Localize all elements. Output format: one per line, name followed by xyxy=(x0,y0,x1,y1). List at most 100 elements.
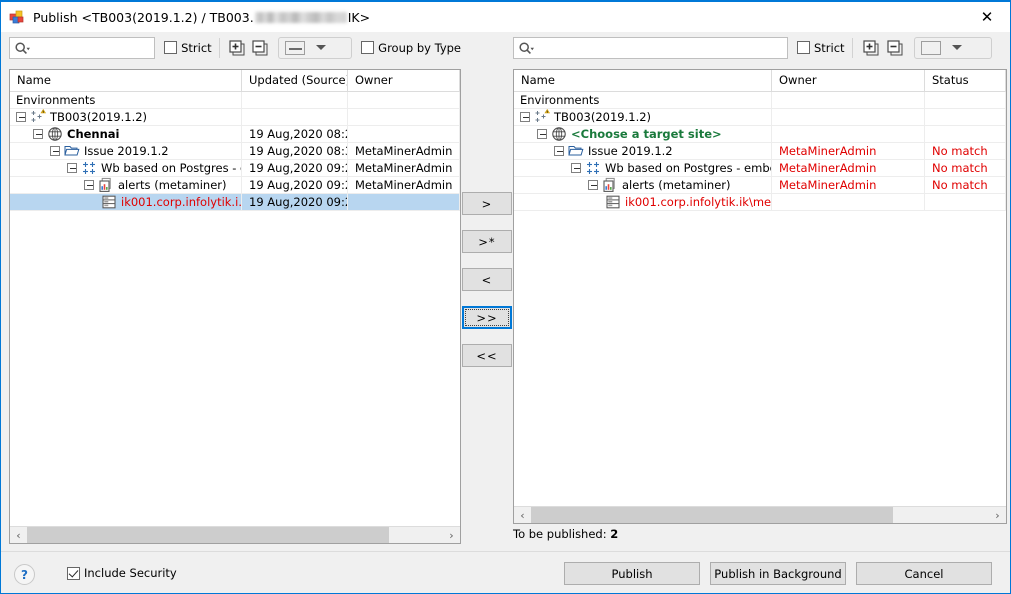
right-strict-box xyxy=(797,41,810,54)
tree-row-updated-cell xyxy=(242,91,348,109)
tree-row[interactable]: <Choose a target site> xyxy=(514,125,1006,143)
target-col-status[interactable]: Status xyxy=(925,70,1006,92)
tree-row-name-cell: alerts (metaminer) xyxy=(10,176,242,194)
left-toolbar: Strict Group by Type xyxy=(9,33,461,62)
collapse-node-icon[interactable] xyxy=(67,163,77,173)
gear-icon xyxy=(585,160,601,176)
right-strict-label: Strict xyxy=(814,40,845,55)
tree-node: Environments xyxy=(516,92,599,108)
collapse-node-icon[interactable] xyxy=(50,146,60,156)
tree-node: ik001.corp.infolytik.i… xyxy=(12,194,241,210)
collapse-node-icon[interactable] xyxy=(33,129,43,139)
tree-row-status-cell xyxy=(925,91,1006,109)
tree-row-updated-cell: 19 Aug,2020 08:28 xyxy=(242,125,348,143)
target-col-owner[interactable]: Owner xyxy=(772,70,925,92)
tree-row-owner-cell xyxy=(772,108,925,126)
tree-row[interactable]: ik001.corp.infolytik.ik\met… xyxy=(514,193,1006,211)
left-search-input[interactable] xyxy=(14,38,155,57)
transfer-button-ll[interactable]: << xyxy=(462,344,512,367)
group-by-type-checkbox[interactable]: Group by Type xyxy=(361,41,461,55)
source-scroll-thumb[interactable] xyxy=(27,527,389,543)
tree-row[interactable]: alerts (metaminer) 19 Aug,2020 09:21MetaM… xyxy=(10,176,460,194)
collapse-all-icon[interactable] xyxy=(249,37,270,59)
page-title: Publish <TB003(2019.1.2) / TB003. IK> xyxy=(33,10,370,25)
cancel-button[interactable]: Cancel xyxy=(856,562,992,585)
transfer-button-rr[interactable]: >> xyxy=(462,306,512,329)
transfer-button-r[interactable]: > xyxy=(462,192,512,215)
collapse-all-icon[interactable] xyxy=(884,37,906,59)
tree-row[interactable]: Wb based on Postgres - e…19 Aug,2020 09:… xyxy=(10,159,460,177)
publish-button[interactable]: Publish xyxy=(564,562,700,585)
publish-in-background-button[interactable]: Publish in Background xyxy=(710,562,846,585)
tree-node-label: TB003(2019.1.2) xyxy=(50,110,148,124)
tree-row[interactable]: alerts (metaminer) MetaMinerAdmin No match xyxy=(514,176,1006,194)
tree-row[interactable]: TB003(2019.1.2) xyxy=(10,108,460,126)
scroll-left-icon[interactable]: ‹ xyxy=(514,507,531,523)
right-strict-checkbox[interactable]: Strict xyxy=(797,41,845,55)
tree-row[interactable]: Wb based on Postgres - embeddedMetaMiner… xyxy=(514,159,1006,177)
help-button[interactable]: ? xyxy=(14,564,35,585)
target-scroll-thumb[interactable] xyxy=(531,507,893,523)
collapse-node-icon[interactable] xyxy=(520,112,530,122)
collapse-node-icon[interactable] xyxy=(554,146,564,156)
collapse-node-icon[interactable] xyxy=(571,163,581,173)
target-col-name[interactable]: Name xyxy=(514,70,772,92)
collapse-node-icon[interactable] xyxy=(84,180,94,190)
tree-node-label: Issue 2019.1.2 xyxy=(84,144,169,158)
left-strict-box xyxy=(164,41,178,54)
close-icon[interactable]: ✕ xyxy=(964,2,1010,31)
expand-all-icon[interactable] xyxy=(860,37,882,59)
tree-row[interactable]: ik001.corp.infolytik.i…19 Aug,2020 09:21 xyxy=(10,193,460,211)
source-col-updated[interactable]: Updated (Source) xyxy=(242,70,348,92)
right-search-box[interactable] xyxy=(513,36,788,59)
tree-row-updated-cell: 19 Aug,2020 09:21 xyxy=(242,159,348,177)
tree-row-owner-cell: MetaMinerAdmin xyxy=(772,176,925,194)
tree-row-owner-cell xyxy=(348,125,460,143)
tree-row-name-cell: ik001.corp.infolytik.i… xyxy=(10,193,242,211)
tree-row-name-cell: TB003(2019.1.2) xyxy=(514,108,772,126)
tree-row[interactable]: Chennai 19 Aug,2020 08:28 xyxy=(10,125,460,143)
left-strict-checkbox[interactable]: Strict xyxy=(164,41,212,55)
minus-swatch-icon xyxy=(284,40,305,55)
scroll-right-icon[interactable]: › xyxy=(989,507,1006,523)
transfer-button-rstar[interactable]: >* xyxy=(462,230,512,253)
target-scroll-track[interactable] xyxy=(531,507,989,523)
scroll-right-icon[interactable]: › xyxy=(443,527,460,543)
tree-row-updated-cell xyxy=(242,108,348,126)
footer-divider xyxy=(1,551,1010,552)
tree-row[interactable]: TB003(2019.1.2) xyxy=(514,108,1006,126)
tree-node: alerts (metaminer) xyxy=(12,177,227,193)
search-icon xyxy=(14,41,30,57)
target-hscrollbar[interactable]: ‹ › xyxy=(514,506,1006,523)
target-tree-rows: Environments TB003(2019.1.2) <Choose a tar… xyxy=(514,91,1006,211)
left-filter-combo[interactable] xyxy=(277,36,353,59)
expand-all-icon[interactable] xyxy=(227,37,248,59)
tree-row[interactable]: Environments xyxy=(10,91,460,109)
tree-row[interactable]: Issue 2019.1.2 19 Aug,2020 08:31MetaMiner… xyxy=(10,142,460,160)
collapse-node-icon[interactable] xyxy=(537,129,547,139)
tree-row-name-cell: TB003(2019.1.2) xyxy=(10,108,242,126)
tree-node-label: <Choose a target site> xyxy=(571,127,722,141)
scroll-left-icon[interactable]: ‹ xyxy=(10,527,27,543)
include-security-checkbox[interactable]: Include Security xyxy=(67,566,177,580)
left-search-box[interactable] xyxy=(9,36,156,59)
source-col-owner[interactable]: Owner xyxy=(348,70,460,92)
tree-row[interactable]: Environments xyxy=(514,91,1006,109)
tree-row[interactable]: Issue 2019.1.2 MetaMinerAdmin No match xyxy=(514,142,1006,160)
right-filter-combo[interactable] xyxy=(913,36,992,59)
tree-row-updated-cell: 19 Aug,2020 08:31 xyxy=(242,142,348,160)
transfer-button-l[interactable]: < xyxy=(462,268,512,291)
tree-row-name-cell: Wb based on Postgres - embedded xyxy=(514,159,772,177)
collapse-node-icon[interactable] xyxy=(16,112,26,122)
right-toolbar: Strict xyxy=(513,33,1007,62)
collapse-node-icon[interactable] xyxy=(588,180,598,190)
globe-icon xyxy=(551,126,567,142)
tree-node: alerts (metaminer) xyxy=(516,177,731,193)
tree-row-name-cell: Environments xyxy=(10,91,242,109)
right-search-input[interactable] xyxy=(518,38,787,57)
source-col-name[interactable]: Name xyxy=(10,70,242,92)
source-tree-header: Name Updated (Source) Owner xyxy=(10,70,460,92)
source-hscrollbar[interactable]: ‹ › xyxy=(10,526,460,543)
source-scroll-track[interactable] xyxy=(27,527,443,543)
tree-row-updated-cell: 19 Aug,2020 09:21 xyxy=(242,193,348,211)
